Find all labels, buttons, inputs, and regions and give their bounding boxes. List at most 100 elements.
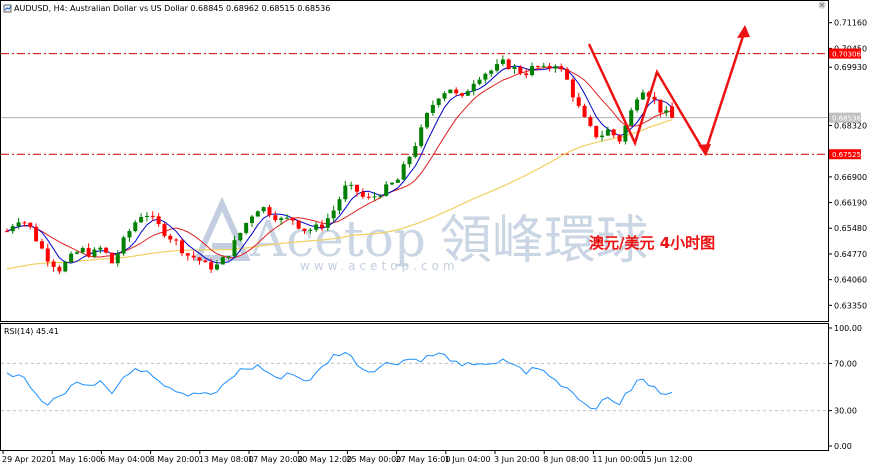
candle-body xyxy=(384,184,389,196)
candle-body xyxy=(430,104,435,113)
candle-body xyxy=(407,156,412,165)
candle-body xyxy=(162,224,167,236)
candle-body xyxy=(413,146,418,157)
candle-body xyxy=(640,92,645,100)
rsi-indicator xyxy=(1,351,828,412)
rsi-tick-label: 70.00 xyxy=(834,359,857,368)
candle-body xyxy=(139,217,144,223)
symbol-header: AUDUSD, H4: Australian Dollar vs US Doll… xyxy=(3,4,330,13)
candle-body xyxy=(378,195,383,197)
candle-body xyxy=(319,224,324,228)
candle-body xyxy=(104,247,109,253)
time-tick-label: 8 May 20:00 xyxy=(150,455,200,464)
candle-body xyxy=(22,222,27,224)
rsi-tick-label: 100.00 xyxy=(834,324,862,333)
candle-body xyxy=(80,248,85,253)
candle-body xyxy=(127,231,132,238)
candle-body xyxy=(471,83,476,92)
candle-body xyxy=(553,66,558,69)
time-axis: 29 Apr 2020 1 May 16:00 6 May 04:00 8 May 2… xyxy=(2,450,692,464)
candle-body xyxy=(605,129,610,136)
candle-body xyxy=(658,99,663,113)
price-tick-label: 0.68320 xyxy=(834,121,867,130)
candle-body xyxy=(349,184,354,186)
horizontal-levels xyxy=(1,53,828,155)
candle-body xyxy=(460,93,465,96)
candle-body xyxy=(355,184,360,192)
candle-body xyxy=(57,266,62,272)
candle-body xyxy=(535,66,540,68)
candle-body xyxy=(617,135,622,142)
candle-body xyxy=(489,70,494,74)
candle-body xyxy=(296,220,301,229)
candle-body xyxy=(337,199,342,211)
candle-body xyxy=(594,125,599,138)
candle-body xyxy=(115,253,120,264)
price-axis: 0.711600.704500.699300.683200.669000.661… xyxy=(828,19,867,310)
price-highlight-label: 0.67525 xyxy=(832,151,861,159)
candle-body xyxy=(588,117,593,126)
time-tick-label: 27 May 16:00 xyxy=(396,455,451,464)
price-tick-label: 0.64770 xyxy=(834,250,867,259)
candle-body xyxy=(302,228,307,231)
candle-body xyxy=(600,135,605,138)
candle-body xyxy=(92,249,97,257)
candle-body xyxy=(121,237,126,254)
candle-body xyxy=(331,210,336,219)
time-tick-label: 11 Jun 00:00 xyxy=(592,455,643,464)
candle-body xyxy=(506,59,511,70)
candle-body xyxy=(582,105,587,118)
candle-body xyxy=(185,253,190,256)
candle-body xyxy=(267,207,272,216)
candle-body xyxy=(635,99,640,111)
candle-body xyxy=(144,215,149,218)
candle-body xyxy=(518,66,523,74)
candle-body xyxy=(51,261,56,267)
candle-body xyxy=(395,179,400,183)
candle-body xyxy=(39,241,44,249)
candle-body xyxy=(156,216,161,225)
candle-body xyxy=(214,264,219,270)
price-tick-label: 0.64060 xyxy=(834,276,867,285)
rsi-axis: 100.00 70.00 30.00 0.00 xyxy=(828,324,862,451)
candle-body xyxy=(360,191,365,197)
candle-body xyxy=(366,196,371,198)
candle-body xyxy=(576,97,581,106)
candle-body xyxy=(652,96,657,100)
rsi-tick-label: 30.00 xyxy=(834,407,857,416)
candle-body xyxy=(448,89,453,94)
candle-body xyxy=(244,222,249,233)
candle-body xyxy=(174,239,179,241)
candle-body xyxy=(325,218,330,228)
chart-annotation-title: 澳元/美元 4小时图 xyxy=(589,234,715,252)
candle-body xyxy=(238,232,243,241)
price-tick-label: 0.66190 xyxy=(834,199,867,208)
candle-body xyxy=(232,240,237,257)
candle-body xyxy=(150,215,155,217)
candle-body xyxy=(109,252,114,264)
candle-body xyxy=(390,182,395,185)
candle-body xyxy=(565,69,570,80)
candle-body xyxy=(670,106,675,118)
watermark: Acetop 領峰環球 www.acetop.com xyxy=(193,196,648,273)
time-tick-label: 15 Jun 12:00 xyxy=(642,455,693,464)
candle-body xyxy=(133,222,138,232)
time-tick-label: 17 May 20:00 xyxy=(248,455,303,464)
price-tick-label: 0.63350 xyxy=(834,301,867,310)
price-tick-label: 0.66900 xyxy=(834,173,867,182)
candle-body xyxy=(261,207,266,212)
candle-body xyxy=(419,127,424,147)
candle-body xyxy=(524,73,529,76)
rsi-tick-label: 0.00 xyxy=(834,442,852,451)
candle-body xyxy=(226,256,231,258)
candle-body xyxy=(284,217,289,219)
time-tick-label: 3 Jun 20:00 xyxy=(494,455,540,464)
candle-body xyxy=(197,257,202,261)
chart-canvas[interactable]: Acetop 領峰環球 www.acetop.com AUDUSD, H4: A… xyxy=(0,0,870,467)
time-tick-label: 20 May 12:00 xyxy=(297,455,352,464)
time-tick-label: 8 Jun 08:00 xyxy=(543,455,589,464)
candle-body xyxy=(209,262,214,270)
close-icon[interactable] xyxy=(818,1,826,9)
time-tick-label: 1 May 16:00 xyxy=(51,455,101,464)
projection-arrows xyxy=(587,25,750,157)
